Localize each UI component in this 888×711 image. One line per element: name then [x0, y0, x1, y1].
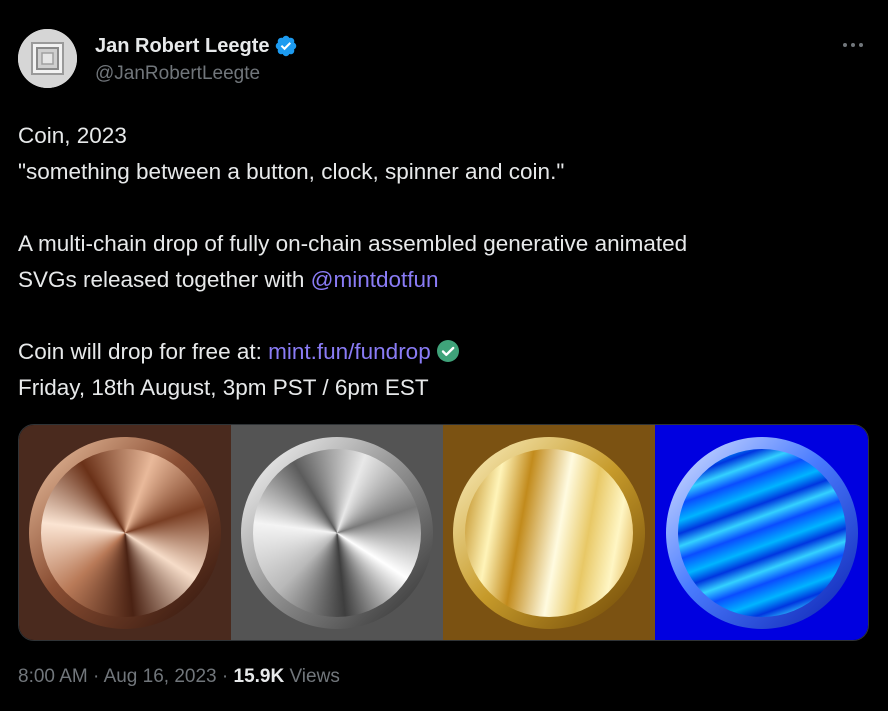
tweet-line-text: SVGs released together with: [18, 267, 311, 292]
views-count: 15.9K: [233, 666, 285, 687]
tweet-date[interactable]: Aug 16, 2023: [104, 666, 217, 687]
bronze-coin-image[interactable]: [19, 425, 231, 640]
more-horizontal-icon: [843, 43, 863, 47]
tweet-line: Coin, 2023: [18, 123, 127, 148]
media-gallery: [18, 424, 869, 641]
separator: ·: [216, 666, 234, 687]
author-handle[interactable]: @JanRobertLeegte: [95, 63, 260, 85]
blue-coin: [665, 436, 858, 629]
gold-coin: [453, 436, 645, 629]
avatar[interactable]: [18, 29, 77, 88]
author-name[interactable]: Jan Robert Leegte: [95, 35, 269, 58]
silver-coin: [241, 436, 433, 629]
tweet-meta: 8:00 AM · Aug 16, 2023 · 15.9K Views: [18, 666, 340, 688]
blue-coin-image[interactable]: [655, 425, 868, 640]
square-frame-logo: [18, 29, 77, 88]
fundrop-link[interactable]: mint.fun/fundrop: [268, 339, 431, 364]
verified-badge-icon[interactable]: [274, 34, 298, 58]
mention-link[interactable]: @mintdotfun: [311, 267, 439, 292]
tweet-line-text: Coin will drop for free at:: [18, 339, 269, 364]
bronze-coin: [29, 436, 221, 629]
green-check-icon: [436, 340, 459, 362]
tweet-line: SVGs released together with @mintdotfun: [18, 262, 870, 298]
tweet-time[interactable]: 8:00 AM: [18, 666, 88, 687]
more-options-button[interactable]: [838, 34, 868, 56]
tweet-line: "something between a button, clock, spin…: [18, 159, 565, 184]
tweet-line: A multi-chain drop of fully on-chain ass…: [18, 231, 688, 256]
tweet-line: Coin will drop for free at: mint.fun/fun…: [18, 334, 870, 370]
separator: ·: [87, 666, 104, 687]
gold-coin-image[interactable]: [443, 425, 655, 640]
views-label: Views: [284, 666, 340, 687]
author-name-row: Jan Robert Leegte: [95, 33, 298, 59]
tweet-card: Jan Robert Leegte @JanRobertLeegte Coin,…: [0, 0, 888, 711]
tweet-line: Friday, 18th August, 3pm PST / 6pm EST: [18, 375, 429, 400]
tweet-text: Coin, 2023 "something between a button, …: [18, 118, 870, 406]
silver-coin-image[interactable]: [231, 425, 443, 640]
